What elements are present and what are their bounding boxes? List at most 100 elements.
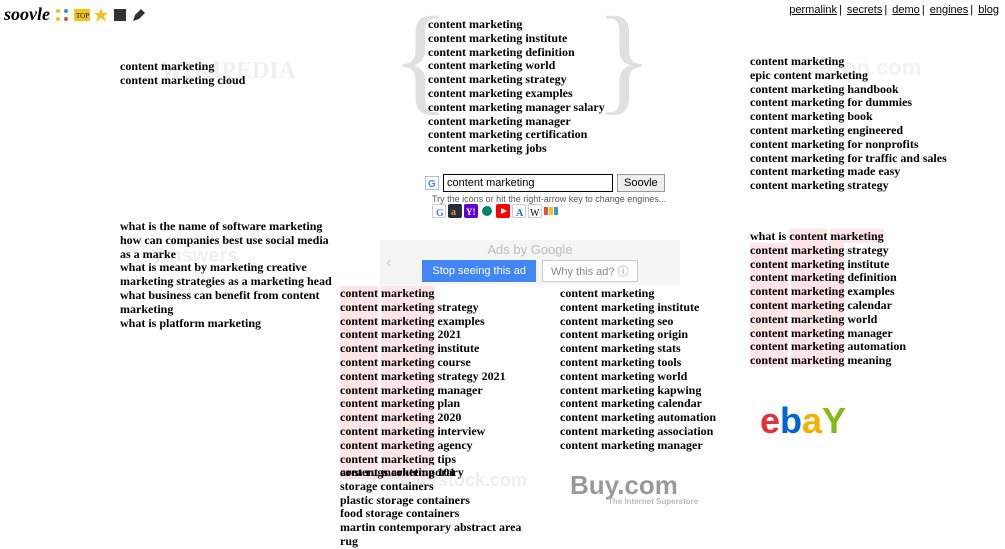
suggestion-item[interactable]: martin contemporary abstract area rug (340, 521, 540, 549)
suggestion-item[interactable]: content marketing manager (750, 327, 960, 341)
nav-demo[interactable]: demo (892, 4, 920, 16)
engine-wikipedia-icon[interactable]: W (528, 204, 542, 218)
suggestion-item[interactable]: content marketing strategy (428, 73, 618, 87)
suggestion-item[interactable]: what is platform marketing (120, 317, 340, 331)
suggestion-item[interactable]: what business can benefit from content m… (120, 289, 340, 317)
svg-text:a: a (451, 207, 456, 218)
suggestion-item[interactable]: content marketing calendar (560, 397, 760, 411)
suggestion-item[interactable]: content marketing book (750, 110, 960, 124)
suggestion-item[interactable]: content marketing (560, 287, 760, 301)
search-input[interactable] (443, 174, 613, 192)
suggestion-item[interactable]: content marketing meaning (750, 354, 960, 368)
engine-answers-icon[interactable]: A (512, 204, 526, 218)
suggestion-item[interactable]: content marketing institute (750, 258, 960, 272)
suggestion-item[interactable]: content marketing plan (340, 397, 540, 411)
suggestion-item[interactable]: how can companies best use social media … (120, 234, 340, 262)
suggestion-item[interactable]: content marketing manager (428, 115, 618, 129)
suggestion-item[interactable]: content marketing stats (560, 342, 760, 356)
suggestion-item[interactable]: content marketing jobs (428, 142, 618, 156)
suggestion-item[interactable]: plastic storage containers (340, 494, 540, 508)
suggestion-item[interactable]: content marketing handbook (750, 83, 960, 97)
suggestion-item[interactable]: content marketing (750, 55, 960, 69)
soovle-button[interactable]: Soovle (617, 174, 665, 192)
suggestion-item[interactable]: content marketing 2020 (340, 411, 540, 425)
suggestion-item[interactable]: marketing strategies as a marketing head (120, 275, 340, 289)
suggestion-item[interactable]: content marketing definition (750, 271, 960, 285)
suggestion-item[interactable]: what is the name of software marketing (120, 220, 340, 234)
suggestion-item[interactable]: content marketing calendar (750, 299, 960, 313)
suggestion-item[interactable]: content marketing for traffic and sales (750, 152, 960, 166)
suggestion-item[interactable]: what is meant by marketing creative (120, 261, 340, 275)
star-icon[interactable] (93, 7, 109, 23)
google-icon: G (425, 176, 439, 190)
suggestion-item[interactable]: content marketing definition (428, 46, 618, 60)
suggestion-item[interactable]: content marketing 2021 (340, 328, 540, 342)
suggestion-item[interactable]: content marketing agency (340, 439, 540, 453)
svg-text:Y!: Y! (466, 207, 476, 217)
suggestion-item[interactable]: content marketing examples (340, 315, 540, 329)
suggestion-item[interactable]: content marketing automation (560, 411, 760, 425)
suggestion-item[interactable]: content marketing (120, 60, 340, 74)
suggestion-item[interactable]: content marketing manager (560, 439, 760, 453)
suggestion-item[interactable]: epic content marketing (750, 69, 960, 83)
suggestion-item[interactable]: content marketing kapwing (560, 384, 760, 398)
suggestion-item[interactable]: content marketing tools (560, 356, 760, 370)
watermark-ebay-a: a (802, 400, 822, 442)
ad-back-icon[interactable]: ‹ (386, 254, 391, 272)
engine-google-icon[interactable]: G (432, 204, 446, 218)
watermark-ebay-y: Y (822, 400, 846, 442)
suggestion-item[interactable]: what is content marketing (750, 230, 960, 244)
nav-permalink[interactable]: permalink (789, 4, 837, 16)
suggestion-item[interactable]: content marketing strategy (750, 244, 960, 258)
pencil-icon[interactable] (131, 7, 147, 23)
nav-engines[interactable]: engines (930, 4, 969, 16)
engine-amazon-icon[interactable]: a (448, 204, 462, 218)
suggestion-item[interactable]: content marketing certification (428, 128, 618, 142)
suggestion-item[interactable]: content marketing world (428, 59, 618, 73)
suggestion-item[interactable]: content marketing examples (750, 285, 960, 299)
top-icon[interactable]: TOP (74, 7, 90, 23)
suggestion-item[interactable]: content marketing institute (340, 342, 540, 356)
suggestion-item[interactable]: content marketing for nonprofits (750, 138, 960, 152)
suggestion-item[interactable]: content marketing world (750, 313, 960, 327)
nav-blog[interactable]: blog (978, 4, 999, 16)
suggestion-item[interactable]: content marketing (340, 287, 540, 301)
suggestion-item[interactable]: content marketing manager salary (428, 101, 618, 115)
suggestion-item[interactable]: content marketing examples (428, 87, 618, 101)
ad-title: Ads by Google (380, 240, 680, 257)
suggestion-item[interactable]: food storage containers (340, 507, 540, 521)
suggestion-item[interactable]: content marketing seo (560, 315, 760, 329)
suggestion-item[interactable]: content marketing strategy (750, 179, 960, 193)
suggestion-item[interactable]: content marketing strategy 2021 (340, 370, 540, 384)
suggestion-item[interactable]: content marketing (428, 18, 618, 32)
logo-text[interactable]: soovle (4, 4, 50, 25)
suggestion-item[interactable]: content marketing engineered (750, 124, 960, 138)
engine-youtube-icon[interactable] (496, 204, 510, 218)
suggestion-item[interactable]: content marketing strategy (340, 301, 540, 315)
suggestion-item[interactable]: content marketing for dummies (750, 96, 960, 110)
engine-yahoo-icon[interactable]: Y! (464, 204, 478, 218)
suggestion-item[interactable]: content marketing association (560, 425, 760, 439)
engine-bing-icon[interactable] (480, 204, 494, 218)
suggestions-answers: what is the name of software marketingho… (120, 220, 340, 330)
suggestion-item[interactable]: content marketing origin (560, 328, 760, 342)
suggestion-item[interactable]: content marketing institute (560, 301, 760, 315)
suggestion-item[interactable]: area rugs contemporary (340, 466, 540, 480)
svg-text:W: W (530, 208, 540, 217)
nav-secrets[interactable]: secrets (847, 4, 882, 16)
suggestion-item[interactable]: content marketing interview (340, 425, 540, 439)
suggestion-item[interactable]: content marketing cloud (120, 74, 340, 88)
why-this-ad-button[interactable]: Why this ad? ⓘ (542, 260, 638, 282)
suggestion-item[interactable]: storage containers (340, 480, 540, 494)
suggestion-item[interactable]: content marketing manager (340, 384, 540, 398)
book-icon[interactable] (112, 7, 128, 23)
stop-seeing-ad-button[interactable]: Stop seeing this ad (422, 260, 536, 282)
suggestion-item[interactable]: content marketing institute (428, 32, 618, 46)
suggestion-item[interactable]: content marketing world (560, 370, 760, 384)
logo-dots-icon (54, 7, 70, 23)
engine-overstock-icon[interactable] (544, 204, 558, 218)
suggestion-item[interactable]: content marketing course (340, 356, 540, 370)
suggestion-item[interactable]: content marketing made easy (750, 165, 960, 179)
suggestions-ebay: what is content marketingcontent marketi… (750, 230, 960, 368)
suggestion-item[interactable]: content marketing automation (750, 340, 960, 354)
